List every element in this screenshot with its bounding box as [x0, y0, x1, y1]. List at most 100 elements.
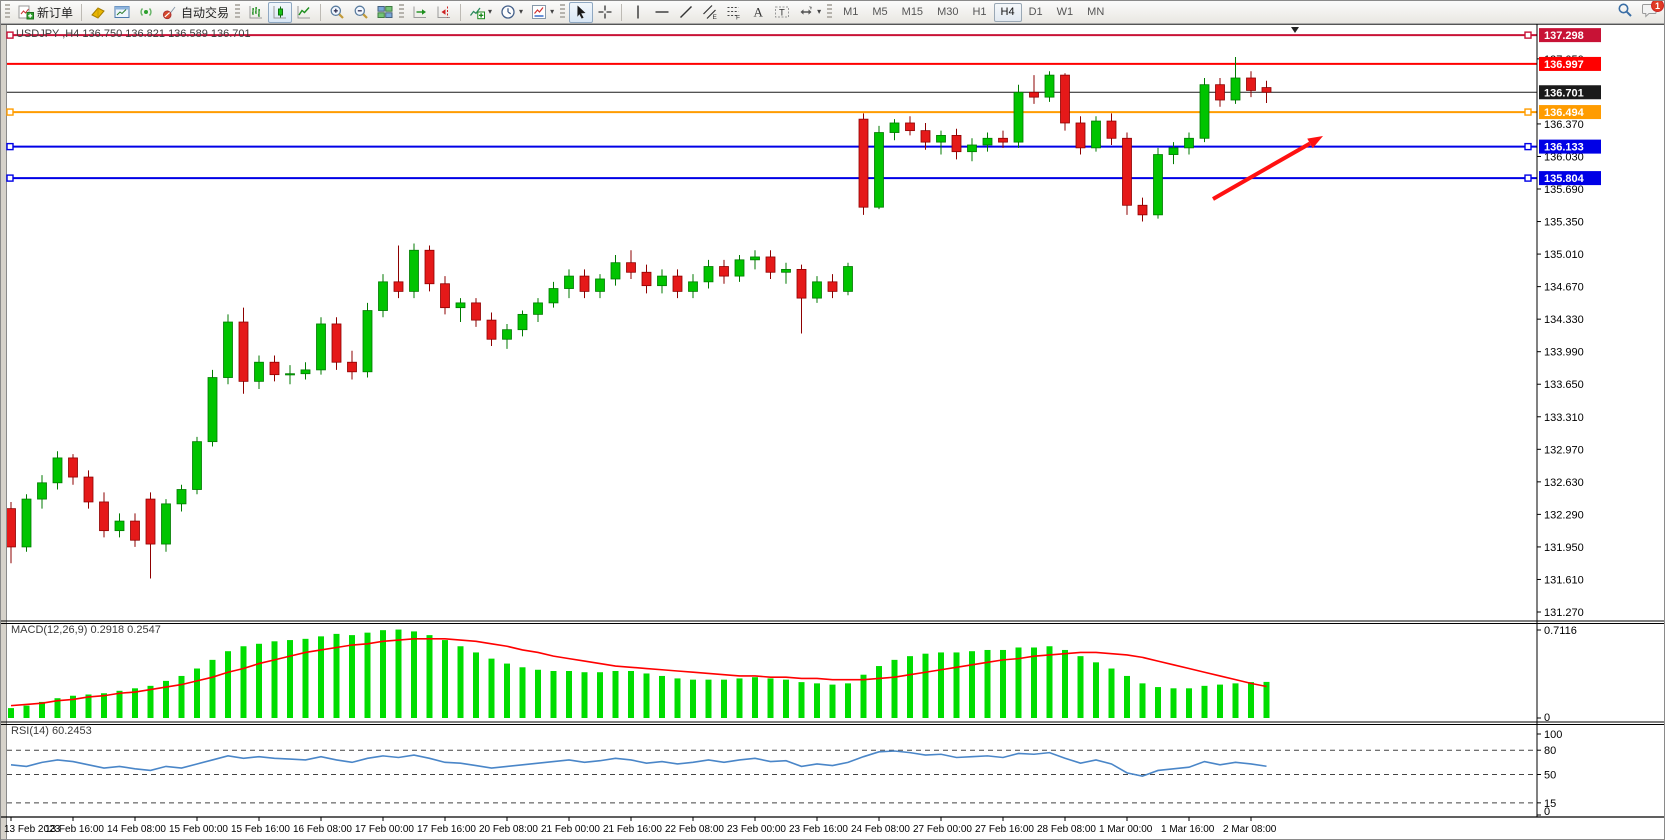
candle-body	[534, 303, 543, 314]
charts-window-button[interactable]	[110, 2, 134, 23]
macd-bar	[582, 672, 588, 718]
horizontal-line-button[interactable]	[650, 2, 674, 23]
macd-max-label: 0.7116	[1544, 625, 1577, 637]
chart-shift-button[interactable]	[432, 2, 456, 23]
macd-bar	[1140, 683, 1146, 718]
autotrading-button[interactable]: 自动交易	[158, 2, 233, 23]
text-label-button[interactable]: T	[770, 2, 794, 23]
cursor-button[interactable]	[569, 2, 593, 23]
macd-bar	[799, 682, 805, 718]
new-order-button[interactable]: 新订单	[14, 2, 77, 23]
periods-button[interactable]: ▾	[496, 2, 527, 23]
line-chart-button[interactable]	[292, 2, 316, 23]
timeframe-button-m5[interactable]: M5	[865, 3, 894, 22]
macd-bar	[179, 676, 185, 718]
candle-body	[983, 138, 992, 145]
chart-area[interactable]: 137.050136.370136.030135.690135.350135.0…	[1, 24, 1665, 840]
search-icon[interactable]	[1617, 2, 1633, 23]
price-tick-label: 131.950	[1544, 542, 1584, 554]
line-handle[interactable]	[7, 32, 13, 38]
timeframe-button-m1[interactable]: M1	[836, 3, 865, 22]
price-tick-label: 132.630	[1544, 477, 1584, 489]
bar-chart-button[interactable]	[244, 2, 268, 23]
line-handle[interactable]	[7, 109, 13, 115]
chat-button[interactable]: 1	[1641, 2, 1658, 23]
crosshair-button[interactable]	[593, 2, 617, 23]
profiles-button[interactable]	[86, 2, 110, 23]
channel-button[interactable]: E	[698, 2, 722, 23]
new-order-button-label: 新订单	[37, 4, 73, 21]
timeframe-button-m30[interactable]: M30	[930, 3, 965, 22]
candle-body	[317, 324, 326, 370]
market-signal-button[interactable]	[134, 2, 158, 23]
indicators-icon	[469, 4, 485, 20]
timeframe-button-m15[interactable]: M15	[895, 3, 930, 22]
macd-bar	[969, 651, 975, 718]
chart-canvas[interactable]: 137.050136.370136.030135.690135.350135.0…	[1, 24, 1665, 840]
candle-body	[906, 123, 915, 131]
zoom-out-button[interactable]	[349, 2, 373, 23]
line-handle[interactable]	[1525, 175, 1531, 181]
mt4-window: { "toolbar": { "groups": [ {"grip": true…	[0, 0, 1665, 840]
timeframe-button-w1[interactable]: W1	[1050, 3, 1081, 22]
price-tick-label: 133.650	[1544, 379, 1584, 391]
macd-bar	[520, 667, 526, 718]
macd-bar	[814, 683, 820, 718]
bar-chart-icon	[248, 4, 264, 20]
candle-body	[1169, 148, 1178, 155]
fibonacci-button[interactable]: F	[722, 2, 746, 23]
time-axis-label: 15 Feb 16:00	[231, 824, 290, 835]
macd-bar	[225, 651, 231, 718]
candle-chart-button[interactable]	[268, 2, 292, 23]
crosshair-icon	[597, 4, 613, 20]
line-handle[interactable]	[1525, 32, 1531, 38]
svg-text:F: F	[736, 15, 740, 21]
candle-body	[627, 263, 636, 273]
candle-body	[1014, 92, 1023, 142]
arrows-button[interactable]: ▾	[794, 2, 825, 23]
price-badge-label: 136.133	[1544, 142, 1584, 154]
candle-body	[38, 483, 47, 499]
time-axis-label: 14 Feb 08:00	[107, 824, 166, 835]
text-label-icon: T	[774, 4, 790, 20]
vertical-line-button[interactable]	[626, 2, 650, 23]
candle-body	[193, 442, 202, 490]
zoom-out-icon	[353, 4, 369, 20]
candle-body	[456, 303, 465, 308]
timeframe-button-h1[interactable]: H1	[965, 3, 993, 22]
periods-icon	[500, 4, 516, 20]
macd-bar	[272, 641, 278, 718]
price-tick-label: 132.290	[1544, 509, 1584, 521]
text-button[interactable]: A	[746, 2, 770, 23]
auto-scroll-button[interactable]	[408, 2, 432, 23]
price-tick-label: 134.330	[1544, 314, 1584, 326]
templates-button[interactable]: ▾	[527, 2, 558, 23]
candle-body	[379, 282, 388, 311]
macd-bar	[830, 685, 836, 718]
fibo-icon: F	[726, 4, 742, 20]
line-handle[interactable]	[1525, 109, 1531, 115]
time-axis-label: 21 Feb 16:00	[603, 824, 662, 835]
timeframe-button-mn[interactable]: MN	[1080, 3, 1111, 22]
macd-bar	[1031, 647, 1037, 718]
macd-bar	[1124, 676, 1130, 718]
macd-bar	[938, 652, 944, 718]
zoom-in-button[interactable]	[325, 2, 349, 23]
timeframe-button-d1[interactable]: D1	[1022, 3, 1050, 22]
line-handle[interactable]	[1525, 144, 1531, 150]
candle-body	[100, 502, 109, 531]
macd-bar	[768, 678, 774, 718]
line-handle[interactable]	[7, 144, 13, 150]
tile-windows-button[interactable]	[373, 2, 397, 23]
indicators-button[interactable]: ▾	[465, 2, 496, 23]
trendline-button[interactable]	[674, 2, 698, 23]
macd-bar	[861, 675, 867, 718]
candle-body	[751, 257, 760, 260]
toolbar-grip	[827, 4, 832, 20]
line-handle[interactable]	[7, 175, 13, 181]
candle-body	[69, 458, 78, 477]
candle-body	[952, 135, 961, 151]
price-badge-label: 136.494	[1544, 107, 1585, 119]
candle-body	[673, 276, 682, 291]
timeframe-button-h4[interactable]: H4	[994, 3, 1022, 22]
